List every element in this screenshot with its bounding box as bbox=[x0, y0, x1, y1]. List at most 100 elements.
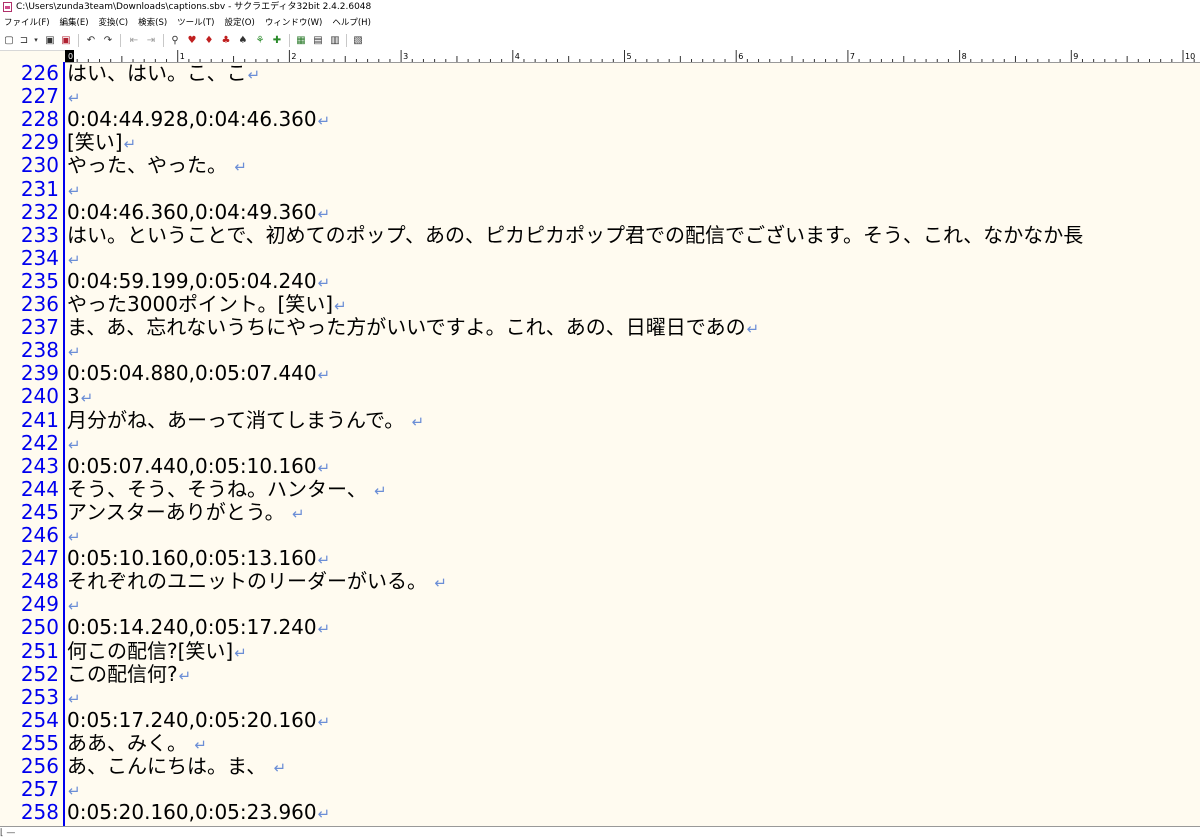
editor-line[interactable]: 255 ああ、みく。 ↵ bbox=[0, 730, 1200, 755]
compare-icon[interactable]: ▤ bbox=[311, 34, 325, 47]
line-number: 255 bbox=[20, 730, 59, 755]
editor-line[interactable]: 233 はい。ということで、初めてのポップ、あの、ピカピカポップ君での配信でござい… bbox=[0, 223, 1200, 247]
line-text[interactable]: やった、やった。 ↵ bbox=[67, 154, 247, 179]
line-content: やった、やった。 bbox=[67, 153, 234, 178]
open-folder-icon[interactable]: ⊐ bbox=[17, 34, 31, 47]
outline-icon[interactable]: ▦ bbox=[294, 34, 308, 47]
line-text[interactable]: それぞれのユニットのリーダーがいる。 ↵ bbox=[67, 570, 447, 595]
editor-line[interactable]: 239 0:05:04.880,0:05:07.440↵ bbox=[0, 362, 1200, 385]
line-number: 232 bbox=[20, 199, 59, 224]
editor-line[interactable]: 244 そう、そう、そうね。ハンター、 ↵ bbox=[0, 477, 1200, 501]
editor-line[interactable]: 236 やった3000ポイント。[笑い]↵ bbox=[0, 292, 1200, 316]
editor-line[interactable]: 253 ↵ bbox=[0, 685, 1200, 709]
editor-line[interactable]: 242 ↵ bbox=[0, 431, 1200, 455]
line-return-icon: ↵ bbox=[317, 551, 331, 570]
line-text[interactable]: はい、はい。こ、こ↵ bbox=[67, 62, 260, 87]
editor-line[interactable]: 226 はい、はい。こ、こ↵ bbox=[0, 62, 1200, 85]
ruler-label: 1 bbox=[180, 52, 185, 61]
editor-line[interactable]: 241 月分がね、あーって消てしまうんで。 ↵ bbox=[0, 408, 1200, 434]
editor-line[interactable]: 258 0:05:20.160,0:05:23.960↵ bbox=[0, 801, 1200, 824]
menu-item[interactable]: 編集(E) bbox=[56, 15, 95, 31]
redo-icon[interactable]: ↷ bbox=[101, 34, 115, 47]
editor-line[interactable]: 234 ↵ bbox=[0, 246, 1200, 270]
editor-line[interactable]: 240 3↵ bbox=[0, 385, 1200, 408]
replace-icon[interactable]: ♣ bbox=[219, 34, 233, 47]
editor-line[interactable]: 247 0:05:10.160,0:05:13.160↵ bbox=[0, 546, 1200, 570]
editor-line[interactable]: 256 あ、こんにちは。ま、 ↵ bbox=[0, 754, 1200, 780]
menu-item[interactable]: ヘルプ(H) bbox=[328, 15, 377, 31]
line-text[interactable]: はい。ということで、初めてのポップ、あの、ピカピカポップ君での配信でございます。… bbox=[67, 223, 1083, 247]
line-text[interactable]: ま、あ、忘れないうちにやった方がいいですよ。これ、あの、日曜日であの↵ bbox=[67, 316, 759, 341]
jump-forward-icon[interactable]: ⇥ bbox=[144, 34, 158, 47]
editor-line[interactable]: 228 0:04:44.928,0:04:46.360↵ bbox=[0, 108, 1200, 131]
line-return-icon: ↵ bbox=[317, 112, 331, 131]
line-text[interactable]: アンスターありがとう。 ↵ bbox=[67, 499, 305, 526]
line-number: 237 bbox=[20, 315, 59, 340]
editor-line[interactable]: 243 0:05:07.440,0:05:10.160↵ bbox=[0, 454, 1200, 478]
menu-item[interactable]: 変換(C) bbox=[95, 15, 135, 31]
line-text[interactable]: この配信何?↵ bbox=[67, 662, 192, 688]
line-return-icon: ↵ bbox=[317, 204, 331, 223]
line-content: アンスターありがとう。 bbox=[67, 499, 291, 524]
editor-line[interactable]: 251 何この配信?[笑い]↵ bbox=[0, 639, 1200, 663]
line-content: あ、こんにちは。ま、 bbox=[67, 754, 273, 778]
ruler-label: 6 bbox=[738, 52, 743, 61]
line-text[interactable]: 0:05:04.880,0:05:07.440↵ bbox=[67, 362, 330, 387]
editor-line[interactable]: 227 ↵ bbox=[0, 84, 1200, 108]
editor-line[interactable]: 250 0:05:14.240,0:05:17.240↵ bbox=[0, 616, 1200, 639]
jump-back-icon[interactable]: ⇤ bbox=[127, 34, 141, 47]
line-text[interactable]: 0:05:20.160,0:05:23.960↵ bbox=[67, 801, 330, 826]
menu-item[interactable]: 検索(S) bbox=[134, 15, 173, 31]
editor-line[interactable]: 248 それぞれのユニットのリーダーがいる。 ↵ bbox=[0, 570, 1200, 593]
editor-line[interactable]: 249 ↵ bbox=[0, 593, 1200, 616]
ruler-label: 4 bbox=[515, 52, 520, 61]
ruler-label: 2 bbox=[291, 52, 296, 61]
editor-line[interactable]: 238 ↵ bbox=[0, 339, 1200, 362]
editor-line[interactable]: 252 この配信何?↵ bbox=[0, 661, 1200, 688]
line-number: 235 bbox=[20, 268, 59, 293]
settings-icon[interactable]: ▧ bbox=[351, 34, 365, 47]
line-number: 240 bbox=[20, 384, 59, 409]
editor-line[interactable]: 237 ま、あ、忘れないうちにやった方がいいですよ。これ、あの、日曜日であの↵ bbox=[0, 315, 1200, 341]
line-number: 249 bbox=[20, 592, 59, 617]
menu-item[interactable]: ウィンドウ(W) bbox=[261, 15, 329, 31]
editor-line[interactable]: 254 0:05:17.240,0:05:20.160↵ bbox=[0, 708, 1200, 732]
menu-item[interactable]: ツール(T) bbox=[173, 15, 220, 31]
line-return-icon: ↵ bbox=[411, 412, 425, 431]
editor-line[interactable]: 235 0:04:59.199,0:05:04.240↵ bbox=[0, 268, 1200, 293]
line-return-icon: ↵ bbox=[178, 666, 192, 685]
editor-line[interactable]: 232 0:04:46.360,0:04:49.360↵ bbox=[0, 199, 1200, 224]
editor-line[interactable]: 231 ↵ bbox=[0, 177, 1200, 201]
editor-text-area[interactable]: 226 はい、はい。こ、こ↵ 227 ↵ 228 0:04:44.928,0:04:46.… bbox=[0, 62, 1200, 826]
search-prev-icon[interactable]: ♦ bbox=[202, 34, 216, 47]
line-number: 236 bbox=[20, 292, 59, 316]
line-return-icon: ↵ bbox=[334, 297, 347, 315]
editor-line[interactable]: 245 アンスターありがとう。 ↵ bbox=[0, 499, 1200, 526]
grep-replace-icon[interactable]: ✚ bbox=[270, 34, 284, 47]
undo-icon[interactable]: ↶ bbox=[84, 34, 98, 47]
toolbar-separator bbox=[163, 34, 164, 47]
line-number: 256 bbox=[20, 754, 59, 778]
search-icon[interactable]: ⚲ bbox=[168, 34, 182, 47]
tag-jump-icon[interactable]: ▥ bbox=[328, 34, 342, 47]
line-text[interactable]: あ、こんにちは。ま、 ↵ bbox=[67, 754, 287, 780]
line-content: ま、あ、忘れないうちにやった方がいいですよ。これ、あの、日曜日であの bbox=[67, 315, 746, 340]
line-return-icon: ↵ bbox=[68, 250, 81, 269]
open-dropdown-icon[interactable]: ▾ bbox=[32, 34, 40, 47]
line-text[interactable]: 月分がね、あーって消てしまうんで。 ↵ bbox=[67, 408, 425, 434]
line-content: 0:04:44.928,0:04:46.360 bbox=[67, 107, 317, 132]
editor-line[interactable]: 246 ↵ bbox=[0, 523, 1200, 547]
new-file-icon[interactable]: ▢ bbox=[2, 34, 16, 47]
line-number: 252 bbox=[20, 661, 59, 686]
menu-item[interactable]: ファイル(F) bbox=[0, 15, 56, 31]
line-return-icon: ↵ bbox=[273, 759, 287, 777]
editor-line[interactable]: 229 [笑い]↵ bbox=[0, 131, 1200, 154]
highlight-icon[interactable]: ♠ bbox=[236, 34, 250, 47]
editor-line[interactable]: 257 ↵ bbox=[0, 777, 1200, 801]
editor-line[interactable]: 230 やった、やった。 ↵ bbox=[0, 154, 1200, 177]
grep-icon[interactable]: ⚘ bbox=[253, 34, 267, 47]
save-icon[interactable]: ▣ bbox=[43, 34, 57, 47]
search-next-icon[interactable]: ♥ bbox=[185, 34, 199, 47]
save-as-icon[interactable]: ▣ bbox=[59, 34, 73, 47]
menu-item[interactable]: 設定(O) bbox=[220, 15, 260, 31]
